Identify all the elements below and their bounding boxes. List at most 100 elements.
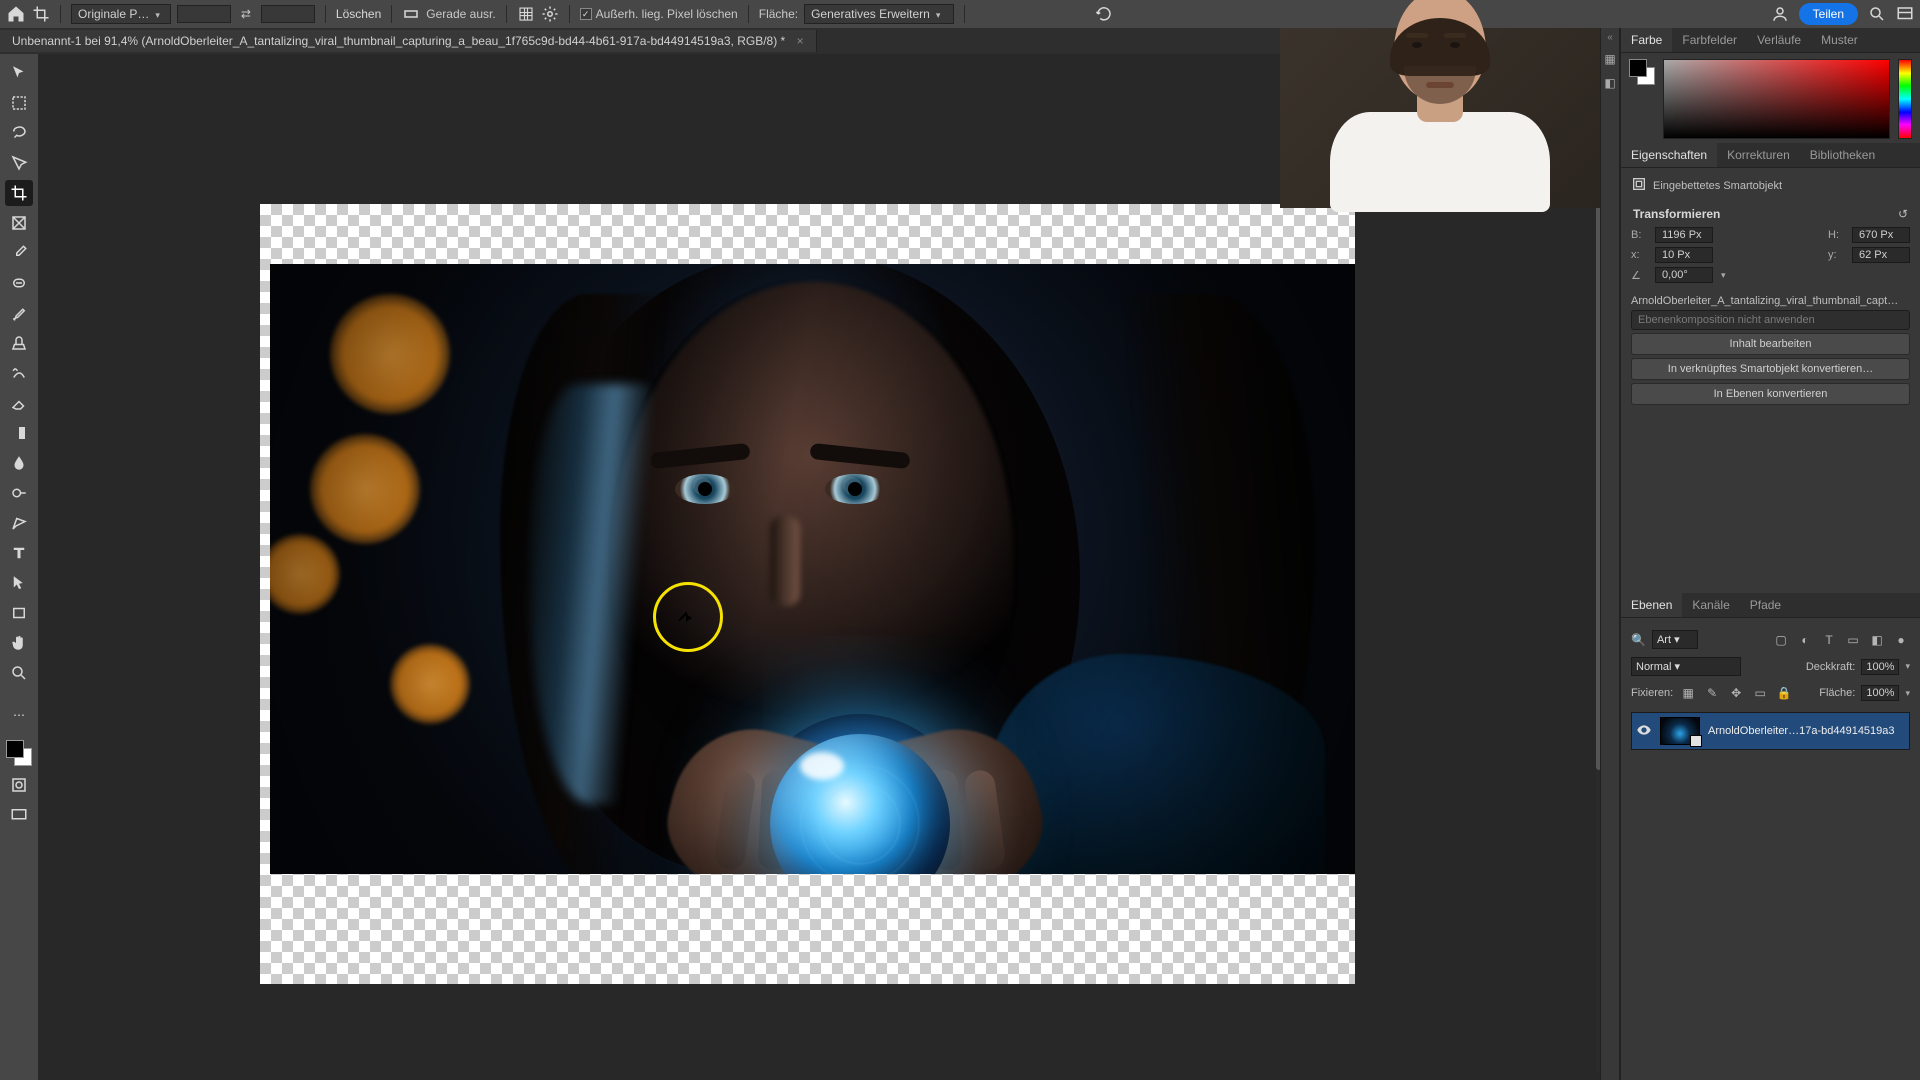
pen-tool-icon[interactable] (5, 510, 33, 536)
fill-opacity-label: Fläche: (1819, 687, 1855, 699)
search-icon[interactable] (1868, 5, 1886, 23)
filter-shape-icon[interactable]: ▭ (1844, 631, 1862, 649)
opacity-value[interactable]: 100% (1861, 659, 1899, 675)
type-tool-icon[interactable] (5, 540, 33, 566)
rectangle-tool-icon[interactable] (5, 600, 33, 626)
x-value[interactable]: 10 Px (1655, 247, 1713, 263)
tab-bibliotheken[interactable]: Bibliotheken (1800, 143, 1885, 167)
brush-tool-icon[interactable] (5, 300, 33, 326)
crop-tool-icon[interactable] (5, 180, 33, 206)
reset-transform-icon[interactable]: ↺ (1898, 207, 1908, 221)
swap-dimensions-icon[interactable]: ⇄ (237, 5, 255, 23)
straighten-icon[interactable] (402, 5, 420, 23)
color-swatch-pair[interactable] (1629, 59, 1655, 85)
foreground-background-swatches[interactable] (4, 738, 34, 768)
y-value[interactable]: 62 Px (1852, 247, 1910, 263)
tab-eigenschaften[interactable]: Eigenschaften (1621, 143, 1717, 167)
screen-mode-icon[interactable] (5, 802, 33, 828)
lock-position-icon[interactable]: ✥ (1727, 684, 1745, 702)
lock-all-icon[interactable]: 🔒 (1775, 684, 1793, 702)
layer-visibility-icon[interactable] (1636, 722, 1652, 741)
edit-toolbar-icon[interactable]: ⋯ (5, 702, 33, 728)
fill-opacity-value[interactable]: 100% (1861, 685, 1899, 701)
tab-ebenen[interactable]: Ebenen (1621, 593, 1682, 617)
filter-image-icon[interactable]: ▢ (1772, 631, 1790, 649)
lock-transparency-icon[interactable]: ▦ (1679, 684, 1697, 702)
width-field[interactable] (177, 5, 231, 23)
collapsed-panel-icon[interactable]: ▦ (1604, 52, 1615, 66)
tab-korrekturen[interactable]: Korrekturen (1717, 143, 1800, 167)
tab-farbe[interactable]: Farbe (1621, 28, 1672, 52)
blur-tool-icon[interactable] (5, 450, 33, 476)
blend-mode-dropdown[interactable]: Normal ▾ (1631, 657, 1741, 676)
close-document-icon[interactable]: × (797, 34, 804, 48)
cloud-account-icon[interactable] (1771, 5, 1789, 23)
overlay-grid-icon[interactable] (517, 5, 535, 23)
reset-crop-icon[interactable] (1095, 5, 1113, 23)
left-toolbar: ⋯ (0, 54, 38, 1080)
move-tool-icon[interactable] (5, 60, 33, 86)
edit-contents-button[interactable]: Inhalt bearbeiten (1631, 333, 1910, 355)
path-selection-tool-icon[interactable] (5, 570, 33, 596)
overlay-settings-icon[interactable] (541, 5, 559, 23)
filter-adjustment-icon[interactable]: ◐ (1796, 631, 1814, 649)
convert-to-linked-button[interactable]: In verknüpftes Smartobjekt konvertieren… (1631, 358, 1910, 380)
hand-tool-icon[interactable] (5, 630, 33, 656)
saturation-value-field[interactable] (1663, 59, 1890, 139)
fill-label: Fläche: (759, 7, 798, 21)
clear-button[interactable]: Löschen (336, 7, 381, 21)
layer-comp-dropdown[interactable]: Ebenenkomposition nicht anwenden (1631, 310, 1910, 330)
height-field[interactable] (261, 5, 315, 23)
clone-stamp-tool-icon[interactable] (5, 330, 33, 356)
healing-brush-tool-icon[interactable] (5, 270, 33, 296)
height-value[interactable]: 670 Px (1852, 227, 1910, 243)
aspect-ratio-dropdown[interactable]: Originale P… (71, 4, 171, 24)
smart-object-image[interactable] (270, 264, 1355, 874)
history-brush-tool-icon[interactable] (5, 360, 33, 386)
layer-filter-type[interactable]: Art ▾ (1652, 630, 1698, 649)
layer-thumbnail[interactable] (1660, 717, 1700, 745)
color-panel-tabs: Farbe Farbfelder Verläufe Muster (1621, 28, 1920, 53)
lock-nested-icon[interactable]: ▭ (1751, 684, 1769, 702)
layer-name[interactable]: ArnoldOberleiter…17a-bd44914519a3 (1708, 725, 1905, 737)
quick-selection-tool-icon[interactable] (5, 150, 33, 176)
filter-type-icon[interactable]: T (1820, 631, 1838, 649)
dodge-tool-icon[interactable] (5, 480, 33, 506)
tab-farbfelder[interactable]: Farbfelder (1672, 28, 1747, 52)
workspace-icon[interactable] (1896, 5, 1914, 23)
tab-kanaele[interactable]: Kanäle (1682, 593, 1739, 617)
lasso-tool-icon[interactable] (5, 120, 33, 146)
collapsed-panel-column[interactable]: « ▦ ◧ (1600, 28, 1620, 1080)
foreground-color-swatch[interactable] (6, 740, 24, 758)
document-tab[interactable]: Unbenannt-1 bei 91,4% (ArnoldOberleiter_… (0, 30, 817, 52)
eraser-tool-icon[interactable] (5, 390, 33, 416)
filter-toggle-icon[interactable]: ● (1892, 631, 1910, 649)
filter-smartobject-icon[interactable]: ◧ (1868, 631, 1886, 649)
tab-pfade[interactable]: Pfade (1740, 593, 1791, 617)
properties-panel-tabs: Eigenschaften Korrekturen Bibliotheken (1621, 143, 1920, 168)
hue-slider[interactable] (1898, 59, 1912, 139)
marquee-tool-icon[interactable] (5, 90, 33, 116)
smart-object-type-label: Eingebettetes Smartobjekt (1653, 180, 1782, 192)
tab-muster[interactable]: Muster (1811, 28, 1868, 52)
content-aware-fill-dropdown[interactable]: Generatives Erweitern (804, 4, 954, 24)
crop-tool-icon[interactable] (32, 5, 50, 23)
share-button[interactable]: Teilen (1799, 3, 1858, 25)
home-icon[interactable] (6, 4, 26, 24)
gradient-tool-icon[interactable] (5, 420, 33, 446)
delete-cropped-checkbox[interactable]: ✓ Außerh. lieg. Pixel löschen (580, 7, 738, 21)
tab-verlaeufe[interactable]: Verläufe (1747, 28, 1811, 52)
opacity-label: Deckkraft: (1806, 661, 1856, 673)
width-value[interactable]: 1196 Px (1655, 227, 1713, 243)
artboard[interactable] (260, 204, 1355, 984)
eyedropper-tool-icon[interactable] (5, 240, 33, 266)
convert-to-layers-button[interactable]: In Ebenen konvertieren (1631, 383, 1910, 405)
collapsed-panel-icon[interactable]: ◧ (1604, 76, 1615, 90)
layer-row[interactable]: ArnoldOberleiter…17a-bd44914519a3 (1631, 712, 1910, 750)
zoom-tool-icon[interactable] (5, 660, 33, 686)
search-icon[interactable]: 🔍 (1631, 633, 1646, 647)
lock-pixels-icon[interactable]: ✎ (1703, 684, 1721, 702)
quick-mask-icon[interactable] (5, 772, 33, 798)
frame-tool-icon[interactable] (5, 210, 33, 236)
angle-value[interactable]: 0,00° (1655, 267, 1713, 283)
